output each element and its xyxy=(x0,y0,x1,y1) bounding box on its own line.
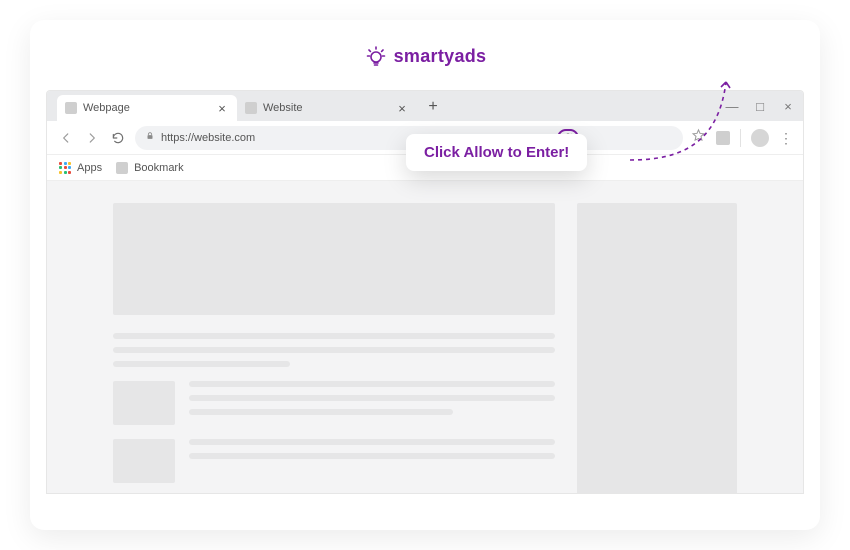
tab-bar: Webpage × Website × + — □ × xyxy=(47,91,803,121)
tab-active[interactable]: Webpage × xyxy=(57,95,237,121)
text-line-placeholder xyxy=(189,453,555,459)
bookmark-label: Bookmark xyxy=(134,162,184,174)
profile-avatar[interactable] xyxy=(751,129,769,147)
text-line-placeholder xyxy=(189,409,453,415)
lock-icon xyxy=(145,131,155,144)
content-main-column xyxy=(113,203,555,493)
bookmark-favicon-icon xyxy=(116,162,128,174)
hero-placeholder xyxy=(113,203,555,315)
lightbulb-icon xyxy=(364,44,388,68)
url-text: https://website.com xyxy=(161,132,255,144)
window-controls: — □ × xyxy=(725,91,795,121)
close-window-icon[interactable]: × xyxy=(781,99,795,114)
callout-tooltip: Click Allow to Enter! xyxy=(406,134,587,171)
callout-text: Click Allow to Enter! xyxy=(424,144,569,161)
thumbnail-placeholder xyxy=(113,439,175,483)
text-line-placeholder xyxy=(189,381,555,387)
maximize-icon[interactable]: □ xyxy=(753,99,767,114)
tab-title: Webpage xyxy=(83,102,215,114)
apps-label: Apps xyxy=(77,162,102,174)
favicon-icon xyxy=(65,102,77,114)
separator xyxy=(740,129,741,147)
page-viewport xyxy=(47,181,803,493)
brand-name: smartyads xyxy=(394,46,487,67)
illustration-frame: smartyads Webpage × Website × + — □ × xyxy=(30,20,820,530)
close-tab-icon[interactable]: × xyxy=(395,101,409,115)
minimize-icon[interactable]: — xyxy=(725,99,739,114)
extension-icon[interactable] xyxy=(716,131,730,145)
text-line-placeholder xyxy=(113,347,555,353)
brand-logo: smartyads xyxy=(30,44,820,68)
list-item xyxy=(113,439,555,483)
list-item xyxy=(113,381,555,425)
apps-shortcut[interactable]: Apps xyxy=(59,162,102,174)
tab-inactive[interactable]: Website × xyxy=(237,95,417,121)
menu-kebab-icon[interactable]: ⋮ xyxy=(779,131,793,145)
text-line-placeholder xyxy=(189,395,555,401)
forward-button[interactable] xyxy=(83,129,101,147)
close-tab-icon[interactable]: × xyxy=(215,101,229,115)
bookmark-star-icon[interactable] xyxy=(691,128,706,148)
tab-title: Website xyxy=(263,102,395,114)
back-button[interactable] xyxy=(57,129,75,147)
content-sidebar-placeholder xyxy=(577,203,737,493)
apps-grid-icon xyxy=(59,162,71,174)
text-line-placeholder xyxy=(113,361,290,367)
text-line-placeholder xyxy=(189,439,555,445)
bookmark-item[interactable]: Bookmark xyxy=(116,162,184,174)
toolbar-right: ⋮ xyxy=(691,128,793,148)
thumbnail-placeholder xyxy=(113,381,175,425)
text-line-placeholder xyxy=(113,333,555,339)
favicon-icon xyxy=(245,102,257,114)
reload-button[interactable] xyxy=(109,129,127,147)
new-tab-button[interactable]: + xyxy=(421,95,445,119)
